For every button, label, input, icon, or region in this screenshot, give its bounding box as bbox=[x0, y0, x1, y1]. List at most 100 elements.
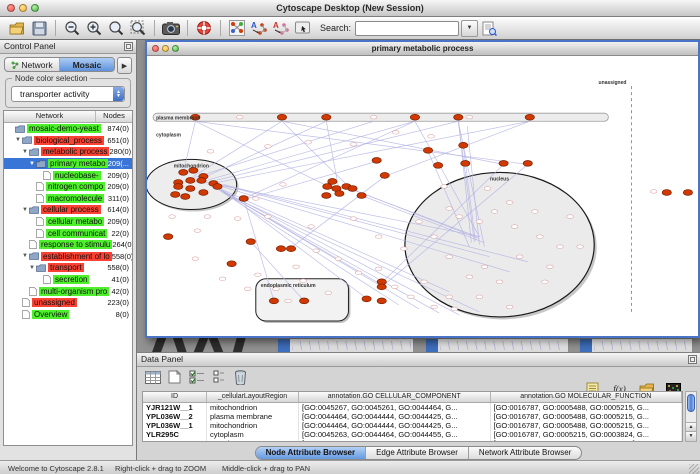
tree-row[interactable]: Overview8(0) bbox=[4, 309, 132, 321]
open-file-icon[interactable] bbox=[7, 19, 27, 38]
new-attribute-icon[interactable] bbox=[165, 368, 184, 386]
save-session-icon[interactable] bbox=[29, 19, 49, 38]
network-canvas[interactable]: plasma membranecytoplasmmitochondrionnuc… bbox=[147, 56, 698, 336]
zoom-window-button[interactable] bbox=[31, 4, 39, 12]
network-manager-icon[interactable] bbox=[227, 19, 247, 38]
graph-node[interactable] bbox=[410, 114, 419, 120]
tree-row[interactable]: nucleobase-209(0) bbox=[4, 169, 132, 181]
expander-icon[interactable]: ▼ bbox=[21, 207, 29, 213]
tree-row[interactable]: macromolecule311(0) bbox=[4, 193, 132, 205]
tree-row[interactable]: nitrogen compo209(0) bbox=[4, 181, 132, 193]
close-window-button[interactable] bbox=[7, 4, 15, 12]
graph-node[interactable] bbox=[186, 178, 195, 184]
graph-node[interactable] bbox=[300, 298, 309, 304]
graph-node[interactable] bbox=[683, 190, 692, 196]
graph-node[interactable] bbox=[372, 157, 381, 163]
float-panel-icon[interactable] bbox=[124, 42, 133, 51]
background-window-3[interactable] bbox=[579, 338, 693, 352]
expander-icon[interactable]: ▼ bbox=[28, 161, 36, 167]
tab-scroll-right-button[interactable]: ▶ bbox=[117, 57, 132, 74]
help-lifering-icon[interactable] bbox=[194, 19, 214, 38]
graph-node[interactable] bbox=[499, 160, 508, 166]
network-view-window[interactable]: primary metabolic process plasma membran… bbox=[145, 40, 700, 338]
graph-node[interactable] bbox=[423, 147, 432, 153]
advanced-search-icon[interactable] bbox=[479, 19, 499, 38]
tree-row[interactable]: multi-organism pro42(0) bbox=[4, 285, 132, 297]
minimize-window-button[interactable] bbox=[19, 4, 27, 12]
select-attributes-icon[interactable] bbox=[187, 368, 206, 386]
graph-node[interactable] bbox=[525, 114, 534, 120]
attribute-table-header[interactable]: ID_cellularLayoutRegionannotation.GO CEL… bbox=[143, 392, 682, 403]
zoom-selected-icon[interactable] bbox=[106, 19, 126, 38]
expander-icon[interactable]: ▼ bbox=[28, 265, 36, 271]
vizmapper-icon[interactable]: A bbox=[249, 19, 269, 38]
attribute-table-icon[interactable] bbox=[143, 368, 162, 386]
app-titlebar[interactable]: Cytoscape Desktop (New Session) bbox=[0, 0, 700, 17]
graph-node[interactable] bbox=[186, 186, 195, 192]
graph-node[interactable] bbox=[322, 193, 331, 199]
graph-node[interactable] bbox=[380, 173, 389, 179]
table-column-header[interactable]: annotation.GO CELLULAR_COMPONENT bbox=[299, 392, 491, 402]
table-column-header[interactable]: annotation.GO MOLECULAR_FUNCTION bbox=[491, 392, 683, 402]
tree-row[interactable]: mosaic-demo-yeast874(0) bbox=[4, 123, 132, 135]
delete-attribute-icon[interactable] bbox=[231, 368, 250, 386]
graph-node[interactable] bbox=[459, 142, 468, 148]
image-export-icon[interactable] bbox=[161, 19, 181, 38]
graph-node[interactable] bbox=[197, 178, 206, 184]
tree-row[interactable]: cellular metabo209(0) bbox=[4, 216, 132, 228]
graph-node[interactable] bbox=[335, 191, 344, 197]
tab-mosaic[interactable]: Mosaic bbox=[60, 58, 114, 71]
tree-col-network[interactable]: Network bbox=[4, 111, 96, 122]
nucleus-region[interactable] bbox=[405, 172, 594, 317]
table-row[interactable]: YPL036W__2plasma membrane[GO:0044464, GO… bbox=[143, 412, 682, 421]
node-color-select[interactable]: transporter activity ▲▼ bbox=[11, 86, 125, 102]
net-minimize-button[interactable] bbox=[162, 45, 169, 52]
graph-node[interactable] bbox=[362, 296, 371, 302]
graph-node[interactable] bbox=[239, 196, 248, 202]
graph-node[interactable] bbox=[322, 114, 331, 120]
table-column-header[interactable]: ID bbox=[143, 392, 207, 402]
table-row[interactable]: YLR295Ccytoplasm[GO:0045263, GO:0044464,… bbox=[143, 430, 682, 439]
tree-row[interactable]: ▼transport558(0) bbox=[4, 262, 132, 274]
graph-node[interactable] bbox=[276, 246, 285, 252]
graph-node[interactable] bbox=[286, 246, 295, 252]
attribute-tab[interactable]: Node Attribute Browser bbox=[256, 447, 367, 459]
resize-grip[interactable] bbox=[689, 464, 699, 474]
attribute-tab[interactable]: Edge Attribute Browser bbox=[366, 447, 469, 459]
graph-node[interactable] bbox=[348, 186, 357, 192]
search-dropdown-arrow[interactable]: ▼ bbox=[461, 20, 478, 37]
annotation-select-icon[interactable] bbox=[293, 19, 313, 38]
net-close-button[interactable] bbox=[152, 45, 159, 52]
tree-row[interactable]: secretion41(0) bbox=[4, 274, 132, 286]
graph-node[interactable] bbox=[269, 298, 278, 304]
graph-node[interactable] bbox=[199, 190, 208, 196]
graph-node[interactable] bbox=[377, 298, 386, 304]
background-window-overview[interactable] bbox=[149, 336, 259, 352]
tree-row[interactable]: unassigned223(0) bbox=[4, 297, 132, 309]
zoom-out-icon[interactable] bbox=[62, 19, 82, 38]
filter-network-icon[interactable]: A bbox=[271, 19, 291, 38]
expander-icon[interactable]: ▼ bbox=[21, 253, 29, 259]
graph-node[interactable] bbox=[164, 234, 173, 240]
graph-node[interactable] bbox=[523, 160, 532, 166]
table-row[interactable]: YJR121W__1mitochondrion[GO:0045267, GO:0… bbox=[143, 403, 682, 412]
table-column-header[interactable]: _cellularLayoutRegion bbox=[207, 392, 299, 402]
tree-row[interactable]: cell communicat22(0) bbox=[4, 227, 132, 239]
attribute-table[interactable]: ID_cellularLayoutRegionannotation.GO CEL… bbox=[142, 391, 683, 442]
tree-col-nodes[interactable]: Nodes bbox=[96, 111, 132, 122]
graph-node[interactable] bbox=[277, 114, 286, 120]
tree-header[interactable]: Network Nodes bbox=[4, 111, 132, 123]
tree-row[interactable]: ▼establishment of lo558(0) bbox=[4, 251, 132, 263]
network-graph[interactable]: plasma membranecytoplasmmitochondrionnuc… bbox=[147, 56, 698, 336]
expander-icon[interactable]: ▼ bbox=[14, 137, 22, 143]
graph-node[interactable] bbox=[433, 162, 442, 168]
unselect-attributes-icon[interactable] bbox=[209, 368, 228, 386]
zoom-in-icon[interactable] bbox=[84, 19, 104, 38]
tree-row[interactable]: ▼metabolic process280(0) bbox=[4, 146, 132, 158]
data-panel-float-icon[interactable] bbox=[688, 355, 697, 364]
zoom-fit-icon[interactable] bbox=[128, 19, 148, 38]
net-zoom-button[interactable] bbox=[172, 45, 179, 52]
scroll-down-button[interactable]: ▼ bbox=[686, 431, 696, 441]
tab-network[interactable]: Network bbox=[5, 58, 60, 71]
graph-node[interactable] bbox=[171, 192, 180, 198]
